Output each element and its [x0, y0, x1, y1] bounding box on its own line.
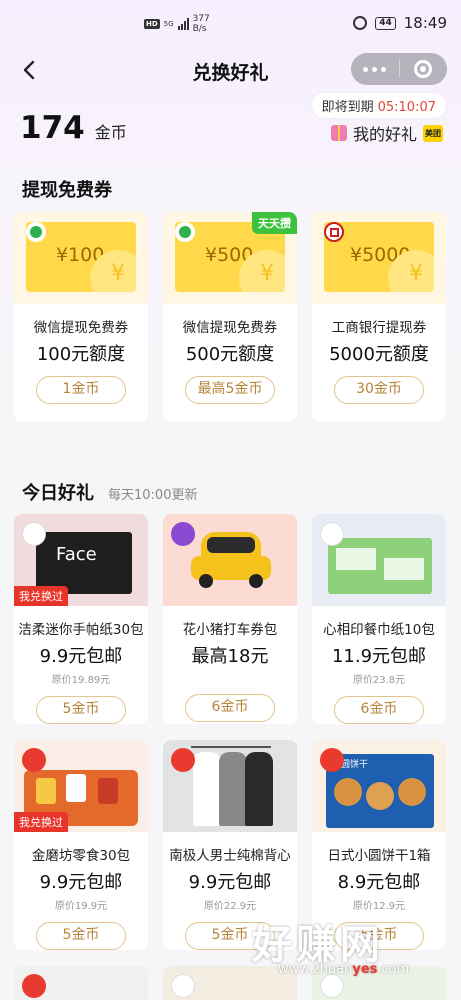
card-name: 工商银行提现券 [331, 320, 427, 336]
gift-name: 心相印餐巾纸10包 [323, 622, 435, 638]
gift-price: 9.9元包邮 [39, 872, 123, 893]
gift-name: 南极人男士纯棉背心 [169, 848, 291, 864]
gift-original-price: 原价12.9元 [352, 901, 406, 912]
tiantianzan-tag: 天天攒 [252, 212, 297, 234]
expire-badge: 即将到期 05:10:07 [311, 93, 446, 118]
card-value: 500元额度 [185, 344, 275, 365]
coin-count: 174 [20, 110, 85, 146]
network-type: 5G [163, 20, 174, 28]
gift-card[interactable]: 我兑换过 金磨坊零食30包 9.9元包邮 原价19.9元 5金币 [14, 740, 148, 950]
coin-unit: 金币 [94, 123, 127, 142]
brand-logo-icon [171, 974, 195, 998]
gift-price: 9.9元包邮 [188, 872, 272, 893]
gift-price: 最高18元 [191, 646, 269, 667]
clock: 18:49 [403, 14, 447, 32]
product-image [312, 514, 446, 606]
hd-icon: HD [144, 19, 160, 29]
card-name: 微信提现免费券 [33, 320, 129, 336]
gift-name: 花小猪打车券包 [182, 622, 278, 638]
card-name: 微信提现免费券 [182, 320, 278, 336]
gift-card[interactable]: 花小猪打车券包 最高18元 6金币 [163, 514, 297, 724]
car-icon [191, 528, 271, 590]
card-value: 5000元额度 [329, 344, 429, 365]
wechat-icon [175, 222, 195, 242]
ticket-image: ¥5000 ¥ [312, 212, 446, 304]
brand-logo-icon [171, 748, 195, 772]
gift-name: 洁柔迷你手帕纸30包 [18, 622, 144, 638]
brand-logo-icon [22, 522, 46, 546]
product-image: Face 我兑换过 [14, 514, 148, 606]
product-image: 我兑换过 [14, 740, 148, 832]
product-image [163, 740, 297, 832]
close-mini-program-button[interactable] [400, 60, 448, 78]
redeem-button[interactable]: 最高5金币 [185, 376, 275, 404]
coin-balance: 174 金币 [20, 110, 127, 146]
brand-logo-icon [320, 974, 344, 998]
more-button[interactable] [351, 66, 399, 72]
withdraw-card[interactable]: ¥500 ¥ 天天攒 微信提现免费券 500元额度 最高5金币 [163, 212, 297, 422]
redeem-button[interactable]: 1金币 [36, 376, 126, 404]
ticket-image: ¥500 ¥ 天天攒 [163, 212, 297, 304]
gift-price: 8.9元包邮 [337, 872, 421, 893]
gift-box-icon [330, 125, 347, 141]
redeem-button[interactable]: 6金币 [185, 694, 275, 722]
gift-card[interactable] [14, 966, 148, 1000]
gift-name: 日式小圆饼干1箱 [327, 848, 431, 864]
wechat-icon [26, 222, 46, 242]
signal-icon [177, 18, 189, 30]
brand-logo-icon [22, 974, 46, 998]
mini-program-capsule [351, 53, 447, 85]
icbc-icon [324, 222, 344, 242]
withdraw-card[interactable]: ¥100 ¥ 微信提现免费券 100元额度 1金币 [14, 212, 148, 422]
status-bar: HD 5G 377 B/s 44 18:49 [0, 0, 461, 48]
nav-bar: 兑换好礼 [0, 48, 461, 92]
redeem-button[interactable]: 5金币 [36, 922, 126, 950]
redeem-button[interactable]: 5金币 [36, 696, 126, 724]
product-image: 小圆饼干 [312, 740, 446, 832]
alarm-icon [353, 16, 368, 30]
section-title-withdraw: 提现免费券 [22, 180, 112, 201]
gift-name: 金磨坊零食30包 [31, 848, 131, 864]
redeemed-tag: 我兑换过 [14, 586, 68, 606]
gift-original-price: 原价22.9元 [203, 901, 257, 912]
huaxiaozhu-logo-icon [171, 522, 195, 546]
section-subtitle-daily: 每天10:00更新 [108, 488, 198, 503]
gift-original-price: 原价19.89元 [51, 675, 111, 686]
brand-logo-icon [320, 522, 344, 546]
net-speed: 377 B/s [192, 14, 210, 34]
gift-card[interactable]: 心相印餐巾纸10包 11.9元包邮 原价23.8元 6金币 [312, 514, 446, 724]
card-value: 100元额度 [36, 344, 126, 365]
battery-icon: 44 [375, 16, 396, 30]
gift-price: 11.9元包邮 [331, 646, 427, 667]
withdraw-card[interactable]: ¥5000 ¥ 工商银行提现券 5000元额度 30金币 [312, 212, 446, 422]
brand-logo-icon [22, 748, 46, 772]
expire-timer: 05:10:07 [377, 100, 436, 115]
brand-logo-icon [320, 748, 344, 772]
gift-original-price: 原价23.8元 [352, 675, 406, 686]
redeemed-tag: 我兑换过 [14, 812, 68, 832]
watermark-url: www.zhuanyes.com [278, 962, 410, 977]
gift-original-price: 原价19.9元 [54, 901, 108, 912]
redeem-button[interactable]: 6金币 [334, 696, 424, 724]
redeem-button[interactable]: 30金币 [334, 376, 424, 404]
product-image [163, 514, 297, 606]
ticket-image: ¥100 ¥ [14, 212, 148, 304]
my-gifts-link[interactable]: 我的好礼 美团 [330, 121, 443, 145]
gift-card[interactable] [163, 966, 297, 1000]
gift-card[interactable]: Face 我兑换过 洁柔迷你手帕纸30包 9.9元包邮 原价19.89元 5金币 [14, 514, 148, 724]
section-title-daily: 今日好礼 [22, 483, 94, 504]
meituan-badge: 美团 [423, 124, 443, 142]
gift-price: 9.9元包邮 [39, 646, 123, 667]
